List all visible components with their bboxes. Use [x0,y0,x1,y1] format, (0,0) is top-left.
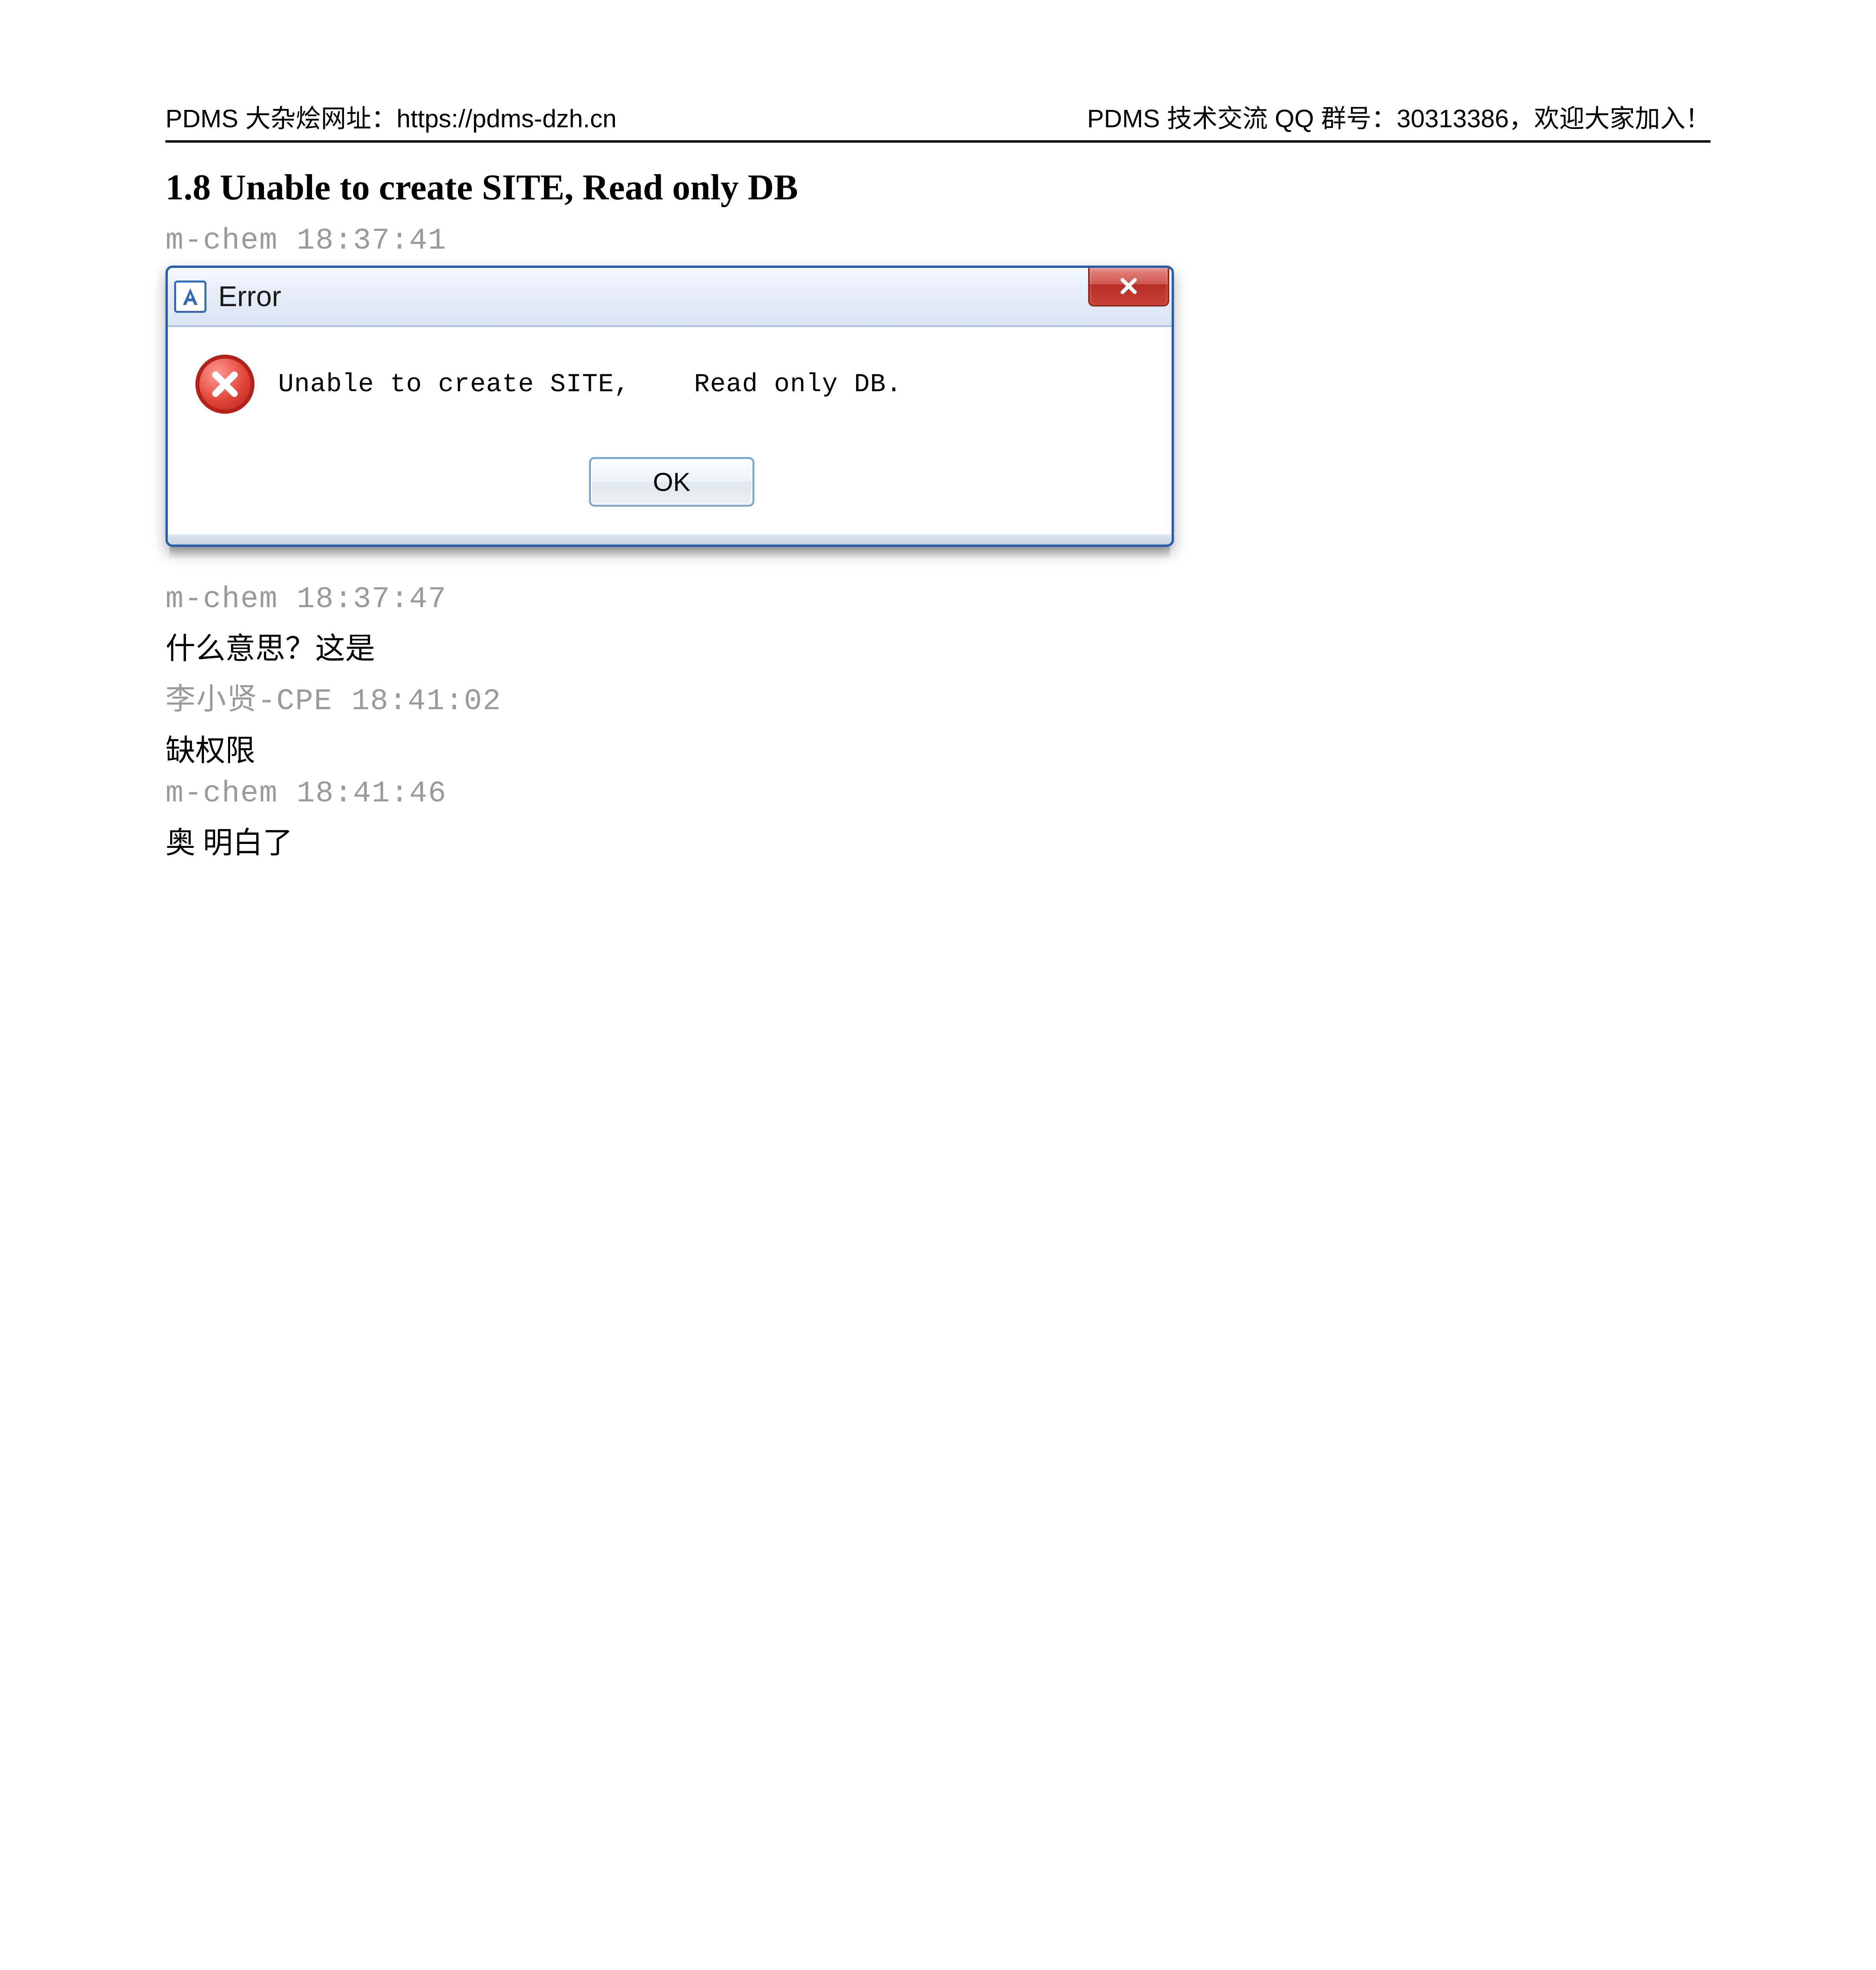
chat-meta-2: m-chem 18:37:47 [165,582,1711,616]
dialog-titlebar: Error [168,268,1172,327]
dialog-shadow [169,547,1170,559]
ok-button-label: OK [653,467,690,497]
letter-a-icon [179,286,201,308]
chat-meta-1: m-chem 18:37:41 [165,224,1711,258]
close-button[interactable] [1088,267,1169,307]
x-icon [209,368,241,400]
chat-meta-4: m-chem 18:41:46 [165,777,1711,810]
error-icon [195,355,254,414]
header-right-text: PDMS 技术交流 QQ 群号：30313386，欢迎大家加入！ [1087,98,1711,135]
dialog-message: Unable to create SITE, Read only DB. [278,370,902,399]
page-header: PDMS 大杂烩网址：https://pdms-dzh.cn PDMS 技术交流… [165,98,1711,143]
dialog-body: Unable to create SITE, Read only DB. OK [168,327,1172,534]
app-icon [174,281,206,313]
dialog-title: Error [218,281,1088,313]
header-left-text: PDMS 大杂烩网址：https://pdms-dzh.cn [165,98,617,135]
ok-button[interactable]: OK [589,457,754,507]
chat-msg-3: 缺权限 [165,726,1711,769]
chat-msg-2: 什么意思？这是 [165,624,1711,667]
chat-msg-4: 奥 明白了 [165,818,1711,862]
error-dialog: Error Unable to create SITE, Read only D… [165,266,1174,547]
chat-meta-3: 李小贤-CPE 18:41:02 [165,675,1711,718]
dialog-bottom-edge [168,534,1172,545]
section-heading: 1.8 Unable to create SITE, Read only DB [165,166,1711,208]
close-icon [1118,275,1139,297]
error-dialog-screenshot: Error Unable to create SITE, Read only D… [165,266,1174,559]
